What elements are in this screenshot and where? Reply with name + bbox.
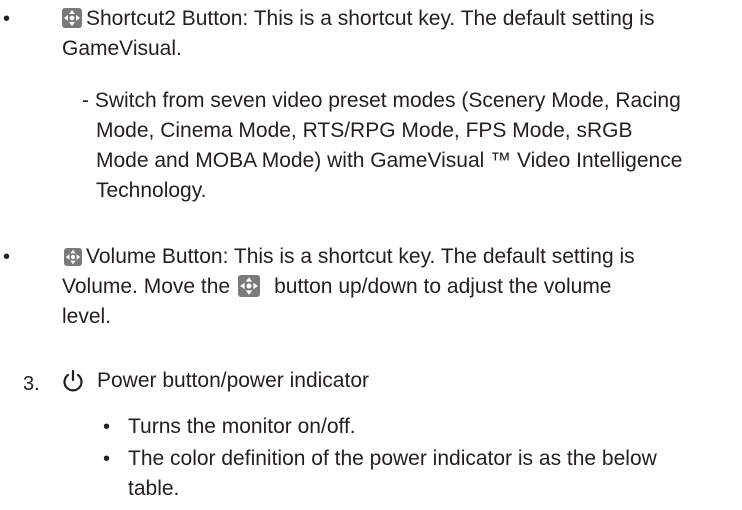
- shortcut2-line2: GameVisual.: [62, 37, 182, 60]
- list-item-continued: table.: [128, 477, 180, 500]
- bullet-volume: •: [3, 246, 11, 268]
- five-way-navigation-key-icon: [62, 8, 82, 28]
- volume-line2-part1: Volume. Move the: [62, 275, 231, 298]
- shortcut2-line1: Shortcut2 Button: This is a shortcut key…: [62, 4, 654, 34]
- list-item-bullet: •: [103, 448, 111, 470]
- shortcut2-sub-line2: Mode, Cinema Mode, RTS/RPG Mode, FPS Mod…: [96, 119, 633, 142]
- five-way-navigation-key-icon: [238, 275, 261, 297]
- volume-line3: level.: [62, 305, 112, 328]
- volume-line2: Volume. Move the button up/down to adjust…: [62, 272, 612, 302]
- section-number: 3.: [23, 373, 40, 395]
- shortcut2-sub-line3: Mode and MOBA Mode) with GameVisual ™ Vi…: [96, 149, 683, 172]
- volume-line1: Volume Button: This is a shortcut key. T…: [64, 242, 635, 272]
- shortcut2-text: Shortcut2 Button: This is a shortcut key…: [86, 7, 655, 30]
- volume-text: Volume Button: This is a shortcut key. T…: [86, 245, 635, 268]
- power-icon: [60, 368, 86, 394]
- list-item: The color definition of the power indica…: [128, 447, 657, 470]
- shortcut2-sub-line4: Technology.: [96, 179, 207, 202]
- list-item-bullet: •: [103, 416, 111, 438]
- five-way-navigation-key-icon: [64, 248, 82, 266]
- volume-line2-part2: button up/down to adjust the volume: [274, 275, 612, 298]
- bullet-shortcut2: •: [3, 8, 11, 30]
- power-title: Power button/power indicator: [97, 369, 369, 392]
- list-item: Turns the monitor on/off.: [128, 415, 356, 438]
- shortcut2-sub-line1: - Switch from seven video preset modes (…: [82, 89, 681, 112]
